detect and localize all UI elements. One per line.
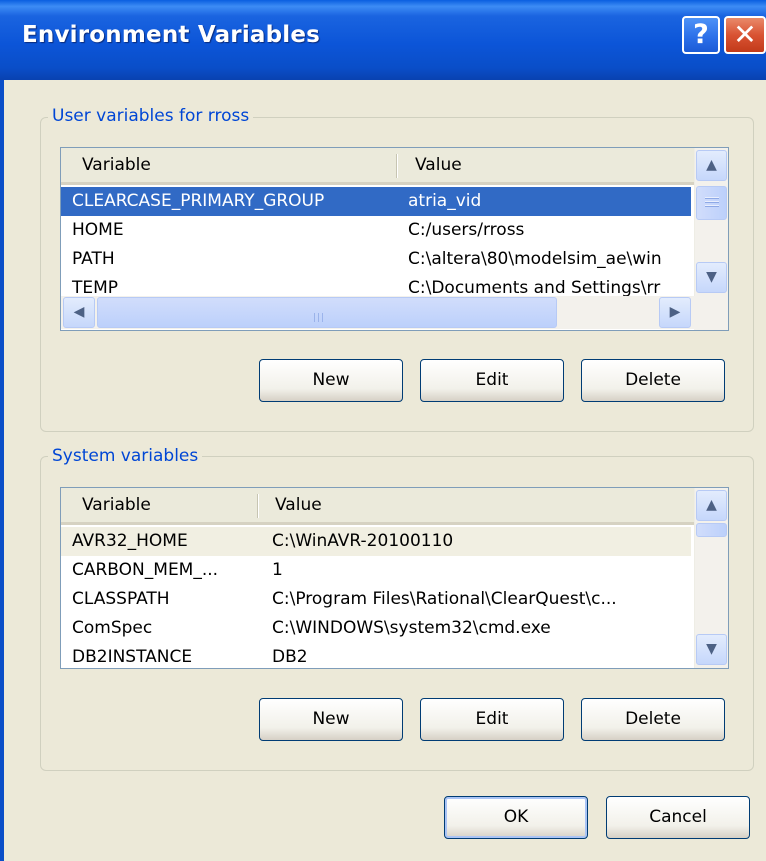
variable-name: CARBON_MEM_... <box>72 560 219 580</box>
column-header-value[interactable]: Value <box>261 488 691 522</box>
system-variables-label: System variables <box>48 446 203 466</box>
list-item[interactable]: PATH C:\altera\80\modelsim_ae\win <box>61 245 691 274</box>
variable-value: C:\WinAVR-20100110 <box>272 531 454 551</box>
cancel-button[interactable]: Cancel <box>606 796 750 839</box>
variable-value: atria_vid <box>408 191 482 211</box>
close-icon: ✕ <box>733 18 757 51</box>
user-variables-list[interactable]: Variable Value CLEARCASE_PRIMARY_GROUP at… <box>60 147 729 331</box>
column-header-variable[interactable]: Variable <box>68 488 258 522</box>
list-item[interactable]: CARBON_MEM_... 1 <box>61 556 691 585</box>
column-header-variable[interactable]: Variable <box>68 148 398 182</box>
variable-name: ComSpec <box>72 618 153 638</box>
variable-name: HOME <box>72 220 124 240</box>
variable-value: C:\altera\80\modelsim_ae\win <box>408 249 662 269</box>
chevron-right-icon[interactable]: ▶ <box>659 297 691 328</box>
list-item[interactable]: CLEARCASE_PRIMARY_GROUP atria_vid <box>61 187 691 216</box>
column-divider[interactable] <box>257 494 259 518</box>
system-list-header: Variable Value <box>61 488 694 525</box>
help-button[interactable]: ? <box>682 16 720 54</box>
scroll-thumb[interactable]: ||| <box>97 297 557 328</box>
list-item[interactable]: DB2INSTANCE DB2 <box>61 643 691 668</box>
user-vertical-scrollbar[interactable]: ▲ ▼ <box>694 148 728 296</box>
column-header-value[interactable]: Value <box>401 148 691 182</box>
variable-value: C:\Program Files\Rational\ClearQuest\c..… <box>272 589 617 609</box>
user-delete-button[interactable]: Delete <box>581 359 725 402</box>
system-delete-button[interactable]: Delete <box>581 698 725 741</box>
chevron-up-icon[interactable]: ▲ <box>696 490 727 521</box>
user-new-button[interactable]: New <box>259 359 403 402</box>
scroll-corner <box>694 296 728 330</box>
close-button[interactable]: ✕ <box>724 16 766 54</box>
list-item[interactable]: AVR32_HOME C:\WinAVR-20100110 <box>61 527 691 556</box>
variable-name: PATH <box>72 249 115 269</box>
chevron-down-icon[interactable]: ▼ <box>696 262 727 293</box>
system-vertical-scrollbar[interactable]: ▲ ▼ <box>694 488 728 668</box>
system-edit-button[interactable]: Edit <box>420 698 564 741</box>
user-horizontal-scrollbar[interactable]: ◀ ||| ▶ <box>61 296 694 329</box>
variable-value: 1 <box>272 560 283 580</box>
list-item[interactable]: HOME C:/users/rross <box>61 216 691 245</box>
scroll-thumb[interactable] <box>696 523 727 537</box>
variable-name: DB2INSTANCE <box>72 647 193 667</box>
column-divider[interactable] <box>396 154 398 178</box>
user-list-header: Variable Value <box>61 148 694 185</box>
system-new-button[interactable]: New <box>259 698 403 741</box>
variable-value: C:\WINDOWS\system32\cmd.exe <box>272 618 551 638</box>
chevron-down-icon[interactable]: ▼ <box>696 634 727 665</box>
variable-value: C:/users/rross <box>408 220 525 240</box>
list-item[interactable]: CLASSPATH C:\Program Files\Rational\Clear… <box>61 585 691 614</box>
chevron-left-icon[interactable]: ◀ <box>63 297 95 328</box>
scroll-thumb[interactable] <box>696 186 727 220</box>
system-variables-list[interactable]: Variable Value AVR32_HOME C:\WinAVR-20100… <box>60 487 729 669</box>
variable-name: AVR32_HOME <box>72 531 188 551</box>
chevron-up-icon[interactable]: ▲ <box>696 150 727 181</box>
list-item[interactable]: ComSpec C:\WINDOWS\system32\cmd.exe <box>61 614 691 643</box>
ok-button[interactable]: OK <box>444 796 588 839</box>
user-edit-button[interactable]: Edit <box>420 359 564 402</box>
title-bar[interactable]: Environment Variables ? ✕ <box>0 0 766 80</box>
variable-value: DB2 <box>272 647 308 667</box>
help-icon: ? <box>693 19 709 50</box>
window-title: Environment Variables <box>22 22 321 48</box>
window-border <box>0 80 4 861</box>
variable-name: CLEARCASE_PRIMARY_GROUP <box>72 191 325 211</box>
variable-name: CLASSPATH <box>72 589 170 609</box>
user-variables-label: User variables for rross <box>48 106 254 126</box>
environment-variables-dialog: Environment Variables ? ✕ User variables… <box>0 0 766 861</box>
